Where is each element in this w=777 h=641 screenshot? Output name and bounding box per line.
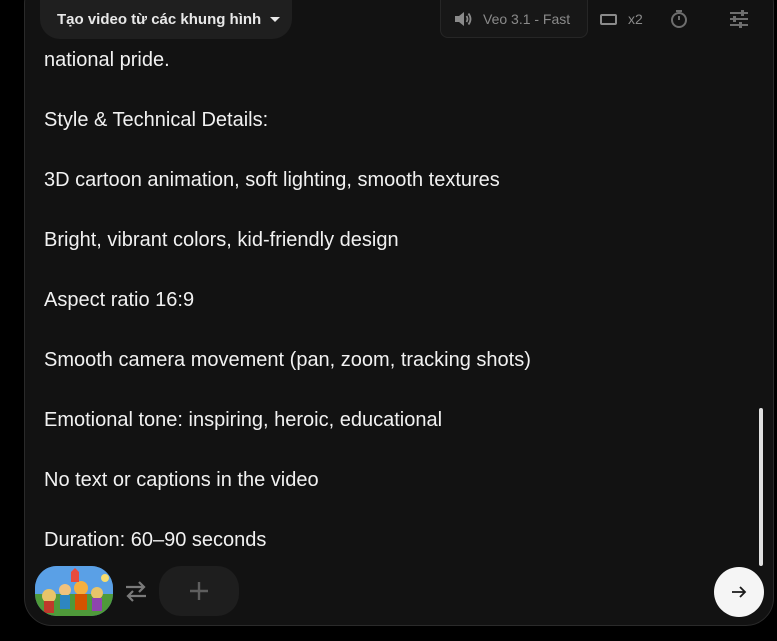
send-button[interactable] [714, 567, 764, 617]
prompt-line: 3D cartoon animation, soft lighting, smo… [44, 169, 500, 191]
settings-button[interactable] [728, 8, 750, 30]
plus-icon [190, 582, 208, 600]
prompt-line: Duration: 60–90 seconds [44, 529, 267, 551]
volume-icon [455, 11, 472, 26]
swap-arrows-icon[interactable] [122, 578, 150, 604]
prompt-line: No text or captions in the video [44, 469, 319, 491]
arrow-right-icon [732, 586, 747, 598]
prompt-line: Emotional tone: inspiring, heroic, educa… [44, 409, 443, 431]
start-frame-thumbnail[interactable] [35, 566, 113, 616]
prompt-line: Style & Technical Details: [44, 109, 269, 131]
timer-icon [671, 10, 687, 28]
output-count: x2 [628, 11, 643, 27]
add-frame-button[interactable] [159, 566, 239, 616]
mode-label: Tạo video từ các khung hình [57, 11, 262, 28]
prompt-line: Aspect ratio 16:9 [44, 289, 195, 311]
output-settings[interactable]: x2 [600, 9, 643, 29]
timer-button[interactable] [668, 8, 690, 30]
model-label: Veo 3.1 - Fast [483, 10, 571, 27]
landscape-ratio-icon [600, 13, 617, 25]
sliders-icon [730, 10, 748, 28]
scrollbar-thumb[interactable] [759, 408, 763, 566]
mode-dropdown[interactable]: Tạo video từ các khung hình [40, 0, 292, 39]
prompt-line: Bright, vibrant colors, kid-friendly des… [44, 229, 399, 251]
toolbar: Tạo video từ các khung hình Veo 3.1 - Fa… [0, 0, 777, 40]
model-selector[interactable]: Veo 3.1 - Fast [440, 0, 588, 38]
prompt-line: national pride. [44, 49, 170, 71]
caret-down-icon [270, 17, 280, 22]
prompt-line: Smooth camera movement (pan, zoom, track… [44, 349, 531, 371]
